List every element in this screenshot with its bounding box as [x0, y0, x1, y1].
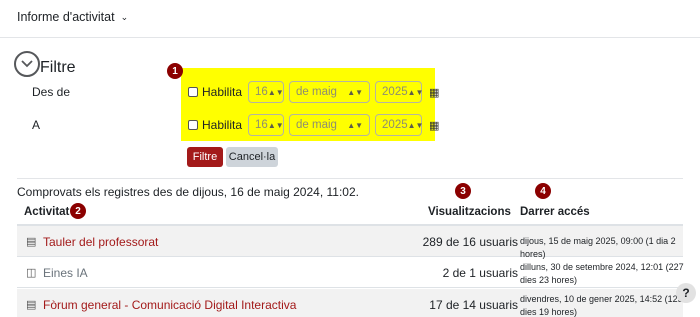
from-month-select[interactable]: de maig ▲▼	[289, 81, 371, 103]
chevron-down-icon	[21, 60, 33, 68]
from-day-select[interactable]: 16 ▲▼	[248, 81, 285, 103]
last-access: divendres, 10 de gener 2025, 14:52 (125 …	[520, 294, 683, 317]
sort-arrows-icon: ▲▼	[347, 120, 364, 130]
divider	[17, 178, 683, 179]
to-enable-label: Habilita	[202, 118, 243, 132]
annotation-badge-1: 1	[167, 63, 183, 79]
collapse-toggle-button[interactable]	[14, 51, 40, 77]
sort-arrows-icon: ▲▼	[267, 87, 284, 97]
views-count: 2 de 1 usuaris	[442, 266, 518, 280]
calendar-icon[interactable]: ▦	[429, 86, 439, 99]
from-date-row: Habilita 16 ▲▼ de maig ▲▼ 2025 ▲▼ ▦	[188, 80, 439, 104]
filter-heading: Filtre	[40, 59, 76, 76]
sort-arrows-icon: ▲▼	[407, 120, 424, 130]
to-label: A	[32, 118, 41, 132]
activity-link[interactable]: Eines IA	[43, 266, 88, 280]
column-header-activity[interactable]: Activitat	[24, 206, 69, 218]
to-month-select[interactable]: de maig ▲▼	[289, 114, 371, 136]
to-date-row: Habilita 16 ▲▼ de maig ▲▼ 2025 ▲▼ ▦	[188, 113, 439, 137]
filter-button[interactable]: Filtre	[187, 147, 223, 167]
from-year-select[interactable]: 2025 ▲▼	[375, 81, 424, 103]
activity-link[interactable]: Fòrum general - Comunicació Digital Inte…	[43, 298, 296, 312]
from-enable-checkbox[interactable]	[188, 87, 198, 97]
table-row: ◫ Eines IA 2 de 1 usuaris dilluns, 30 de…	[17, 257, 684, 288]
column-header-views[interactable]: Visualitzacions	[428, 206, 511, 218]
to-year-select[interactable]: 2025 ▲▼	[375, 114, 424, 136]
cancel-button[interactable]: Cancel·la	[226, 147, 278, 167]
report-selector[interactable]: Informe d'activitat ⌄	[17, 10, 128, 24]
annotation-badge-4: 4	[535, 183, 551, 199]
to-enable-checkbox[interactable]	[188, 120, 198, 130]
annotation-badge-3: 3	[455, 183, 471, 199]
annotation-badge-2: 2	[70, 203, 86, 219]
sort-arrows-icon: ▲▼	[407, 87, 424, 97]
chevron-down-icon: ⌄	[120, 11, 129, 22]
file-icon: ◫	[26, 267, 37, 279]
to-day-select[interactable]: 16 ▲▼	[248, 114, 285, 136]
last-access: dilluns, 30 de setembre 2024, 12:01 (227…	[520, 262, 684, 285]
views-count: 17 de 14 usuaris	[429, 298, 518, 312]
sort-arrows-icon: ▲▼	[347, 87, 364, 97]
forum-icon: ▤	[26, 236, 37, 248]
forum-icon: ▤	[26, 299, 37, 311]
from-label: Des de	[32, 85, 71, 99]
log-info-text: Comprovats els registres des de dijous, …	[17, 185, 359, 199]
table-row: ▤ Fòrum general - Comunicació Digital In…	[17, 289, 683, 317]
report-selector-label: Informe d'activitat	[17, 10, 115, 24]
sort-arrows-icon: ▲▼	[267, 120, 284, 130]
calendar-icon[interactable]: ▦	[429, 119, 439, 132]
activity-link[interactable]: Tauler del professorat	[43, 235, 158, 249]
divider	[0, 37, 700, 38]
views-count: 289 de 16 usuaris	[422, 235, 518, 249]
column-header-last-access[interactable]: Darrer accés	[520, 206, 590, 218]
table-row: ▤ Tauler del professorat 289 de 16 usuar…	[17, 226, 683, 259]
from-enable-label: Habilita	[202, 85, 243, 99]
help-button[interactable]: ?	[676, 283, 696, 303]
